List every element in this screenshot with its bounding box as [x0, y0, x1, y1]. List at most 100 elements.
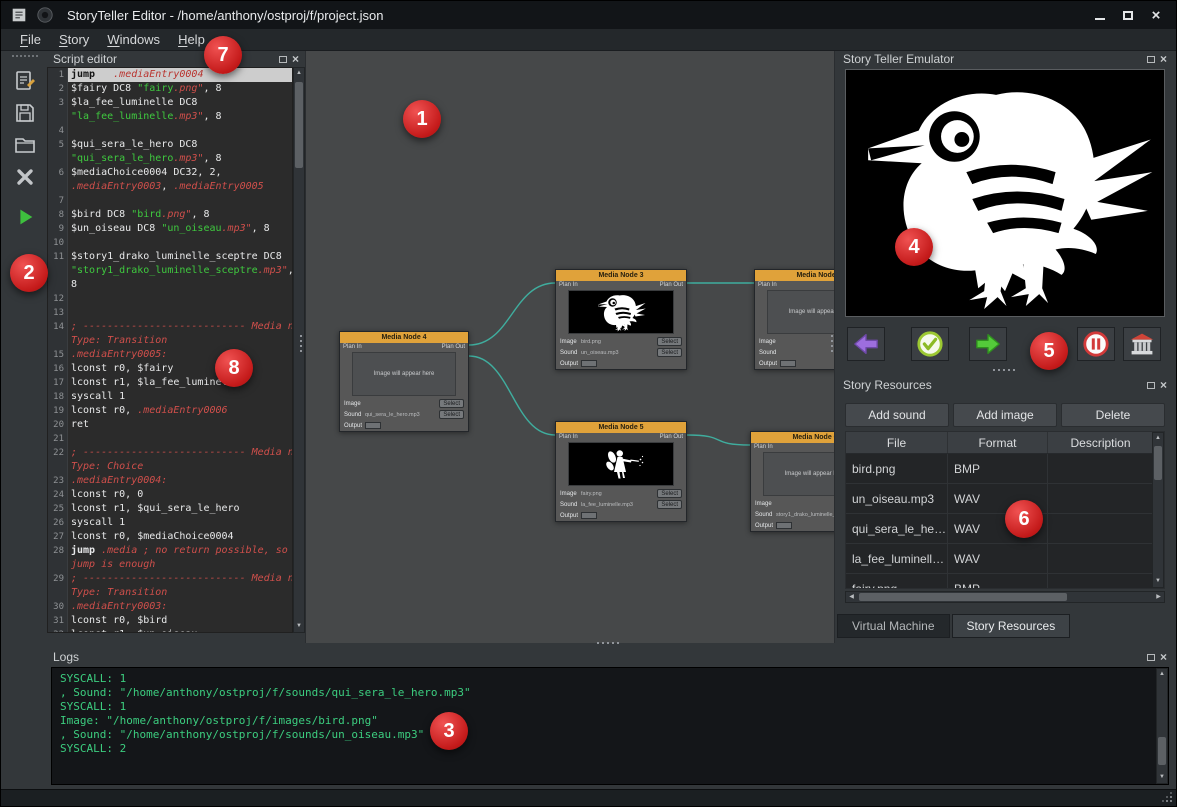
close-panel-icon[interactable]: × [1160, 53, 1167, 65]
add-sound-button[interactable]: Add sound [845, 403, 949, 427]
media-node-sound-row: Soundstory1_drako_luminelle_sceptre.mp3S… [751, 509, 835, 520]
back-button[interactable] [847, 327, 885, 361]
table-row[interactable]: fairy.pngBMP [846, 574, 1164, 589]
open-button[interactable] [10, 130, 40, 160]
media-node[interactable]: Media Node 5Plan InPlan OutImagefairy.pn… [555, 421, 687, 522]
code-line: 8$bird DC8 "bird.png", 8 [48, 208, 292, 222]
sound-label: Sound [560, 350, 578, 356]
scroll-down-arrow[interactable]: ▼ [1153, 576, 1163, 587]
new-script-button[interactable] [10, 66, 40, 96]
column-header-description[interactable]: Description [1048, 432, 1154, 453]
float-panel-icon[interactable] [1147, 382, 1155, 389]
table-cell [1048, 574, 1154, 589]
scroll-down-arrow[interactable]: ▼ [1157, 772, 1167, 783]
check-icon [916, 330, 944, 358]
table-row[interactable]: un_oiseau.mp3WAV [846, 484, 1164, 514]
splitter-emulator-resources[interactable] [993, 369, 1017, 373]
add-image-button[interactable]: Add image [953, 403, 1057, 427]
validate-button[interactable] [911, 327, 949, 361]
output-combo[interactable] [780, 360, 796, 367]
media-node-output-row: Output [556, 510, 686, 521]
code-text: $mediaChoice0004 DC32, 2, [68, 166, 292, 180]
output-combo[interactable] [365, 422, 381, 429]
output-combo[interactable] [581, 360, 597, 367]
media-node-image-row: Imagefairy.pngSelect [556, 488, 686, 499]
log-output[interactable]: SYSCALL: 1, Sound: "/home/anthony/ostpro… [51, 667, 1169, 785]
scroll-down-arrow[interactable]: ▼ [294, 621, 304, 632]
table-horizontal-scrollbar[interactable]: ◀ ▶ [845, 591, 1165, 603]
scroll-left-arrow[interactable]: ◀ [846, 592, 857, 603]
run-button[interactable] [10, 202, 40, 232]
table-row[interactable]: la_fee_luminelle.mp3WAV [846, 544, 1164, 574]
splitter-canvas-logs[interactable] [597, 642, 621, 646]
scroll-up-arrow[interactable]: ▲ [1153, 433, 1163, 444]
select-sound-button[interactable]: Select [657, 348, 682, 357]
select-image-button[interactable]: Select [439, 399, 464, 408]
output-combo[interactable] [776, 522, 792, 529]
scroll-up-arrow[interactable]: ▲ [294, 68, 304, 79]
float-panel-icon[interactable] [1147, 56, 1155, 63]
select-sound-button[interactable]: Select [439, 410, 464, 419]
media-node[interactable]: Media Node 4Plan InPlan OutImage will ap… [339, 331, 469, 432]
column-header-file[interactable]: File [846, 432, 948, 453]
media-node[interactable]: Media Node 2Plan InPlan OutImage will ap… [754, 269, 835, 370]
media-node-header[interactable]: Media Node 3 [556, 270, 686, 281]
table-row[interactable]: bird.pngBMP [846, 454, 1164, 484]
menu-item-windows[interactable]: Windows [98, 30, 169, 49]
menu-item-story[interactable]: Story [50, 30, 98, 49]
resize-grip[interactable] [1162, 792, 1172, 802]
dock-tab-story-resources[interactable]: Story Resources [952, 614, 1071, 638]
output-label: Output [344, 423, 362, 429]
splitter-canvas-right[interactable] [831, 335, 835, 355]
sound-label: Sound [755, 512, 773, 518]
media-node-header[interactable]: Media Node 6 [751, 432, 835, 443]
forward-button[interactable] [969, 327, 1007, 361]
scroll-thumb[interactable] [1158, 737, 1166, 765]
delete-button[interactable] [10, 162, 40, 192]
select-image-button[interactable]: Select [657, 489, 682, 498]
pause-button[interactable] [1077, 327, 1115, 361]
close-panel-icon[interactable]: × [292, 53, 299, 65]
dock-tab-virtual-machine[interactable]: Virtual Machine [837, 614, 950, 638]
line-number: 15 [48, 348, 68, 362]
media-node-header[interactable]: Media Node 2 [755, 270, 835, 281]
media-node-header[interactable]: Media Node 5 [556, 422, 686, 433]
select-sound-button[interactable]: Select [657, 500, 682, 509]
close-panel-icon[interactable]: × [1160, 651, 1167, 663]
scroll-up-arrow[interactable]: ▲ [1157, 669, 1167, 680]
maximize-button[interactable] [1116, 5, 1140, 25]
media-node-image-row: ImageSelect [340, 398, 468, 409]
menu-item-file[interactable]: File [11, 30, 50, 49]
media-node-header[interactable]: Media Node 4 [340, 332, 468, 343]
image-placeholder-text: Image will appear here [789, 309, 835, 315]
logs-scrollbar[interactable]: ▲ ▼ [1156, 668, 1168, 784]
table-cell [1048, 514, 1154, 543]
delete-resource-button[interactable]: Delete [1061, 403, 1165, 427]
float-panel-icon[interactable] [1147, 654, 1155, 661]
scroll-right-arrow[interactable]: ▶ [1153, 592, 1164, 603]
close-panel-icon[interactable]: × [1160, 379, 1167, 391]
annotation-badge-1: 1 [403, 100, 441, 138]
scroll-thumb[interactable] [859, 593, 1067, 601]
float-panel-icon[interactable] [279, 56, 287, 63]
scroll-thumb[interactable] [1154, 446, 1162, 480]
scroll-thumb[interactable] [295, 82, 303, 168]
code-line: Type: Transition [48, 586, 292, 600]
toolbar-drag-handle[interactable] [12, 55, 38, 58]
resources-title: Story Resources [843, 378, 932, 392]
select-image-button[interactable]: Select [657, 337, 682, 346]
save-button[interactable] [10, 98, 40, 128]
node-canvas[interactable]: Media Node 4Plan InPlan OutImage will ap… [305, 51, 835, 643]
code-line: 23.mediaEntry0004: [48, 474, 292, 488]
home-button[interactable] [1123, 327, 1161, 361]
code-editor[interactable]: 1jump .mediaEntry00042$fairy DC8 "fairy.… [47, 67, 293, 633]
line-number: 1 [48, 68, 68, 82]
output-combo[interactable] [581, 512, 597, 519]
media-node[interactable]: Media Node 6Plan InPlan OutImage will ap… [750, 431, 835, 532]
column-header-format[interactable]: Format [948, 432, 1048, 453]
minimize-button[interactable] [1088, 5, 1112, 25]
table-scrollbar[interactable]: ▲ ▼ [1152, 432, 1164, 588]
splitter-script-canvas[interactable] [300, 335, 304, 355]
close-button[interactable]: × [1144, 5, 1168, 25]
media-node[interactable]: Media Node 3Plan InPlan OutImagebird.png… [555, 269, 687, 370]
